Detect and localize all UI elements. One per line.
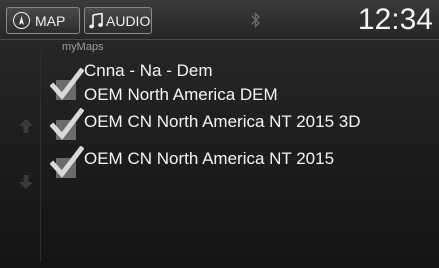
divider bbox=[40, 52, 41, 262]
list-item-label: OEM CN North America NT 2015 bbox=[84, 149, 335, 168]
scroll-up-icon[interactable] bbox=[18, 118, 34, 134]
checkmark-icon[interactable] bbox=[49, 145, 85, 180]
status-bar: MAP AUDIO 12:34 bbox=[0, 0, 439, 40]
clock: 12:34 bbox=[357, 3, 433, 36]
list-item[interactable]: Cnna - Na - Dem OEM North America DEM bbox=[49, 60, 430, 106]
list-item-sublabel: OEM North America DEM bbox=[84, 85, 278, 104]
page-title: myMaps bbox=[62, 41, 104, 53]
list-item[interactable]: OEM CN North America NT 2015 bbox=[49, 143, 430, 180]
audio-button-label: AUDIO bbox=[106, 12, 151, 29]
checkmark-icon[interactable] bbox=[49, 107, 85, 142]
checkmark-icon[interactable] bbox=[49, 67, 85, 102]
map-button-label: MAP bbox=[35, 12, 66, 29]
music-note-icon bbox=[89, 12, 103, 30]
scroll-down-icon[interactable] bbox=[18, 174, 34, 190]
audio-button[interactable]: AUDIO bbox=[84, 7, 152, 34]
list-item-label: Cnna - Na - Dem bbox=[84, 61, 213, 80]
list-item[interactable]: OEM CN North America NT 2015 3D bbox=[49, 107, 430, 143]
compass-icon bbox=[13, 12, 30, 29]
nav-screen: MAP AUDIO 12:34 myMaps Cnna - Na - Dem O… bbox=[0, 0, 439, 268]
bluetooth-icon bbox=[251, 11, 261, 29]
map-button[interactable]: MAP bbox=[6, 7, 80, 34]
scrollbar[interactable] bbox=[14, 100, 38, 210]
list-item-label: OEM CN North America NT 2015 3D bbox=[84, 112, 361, 131]
